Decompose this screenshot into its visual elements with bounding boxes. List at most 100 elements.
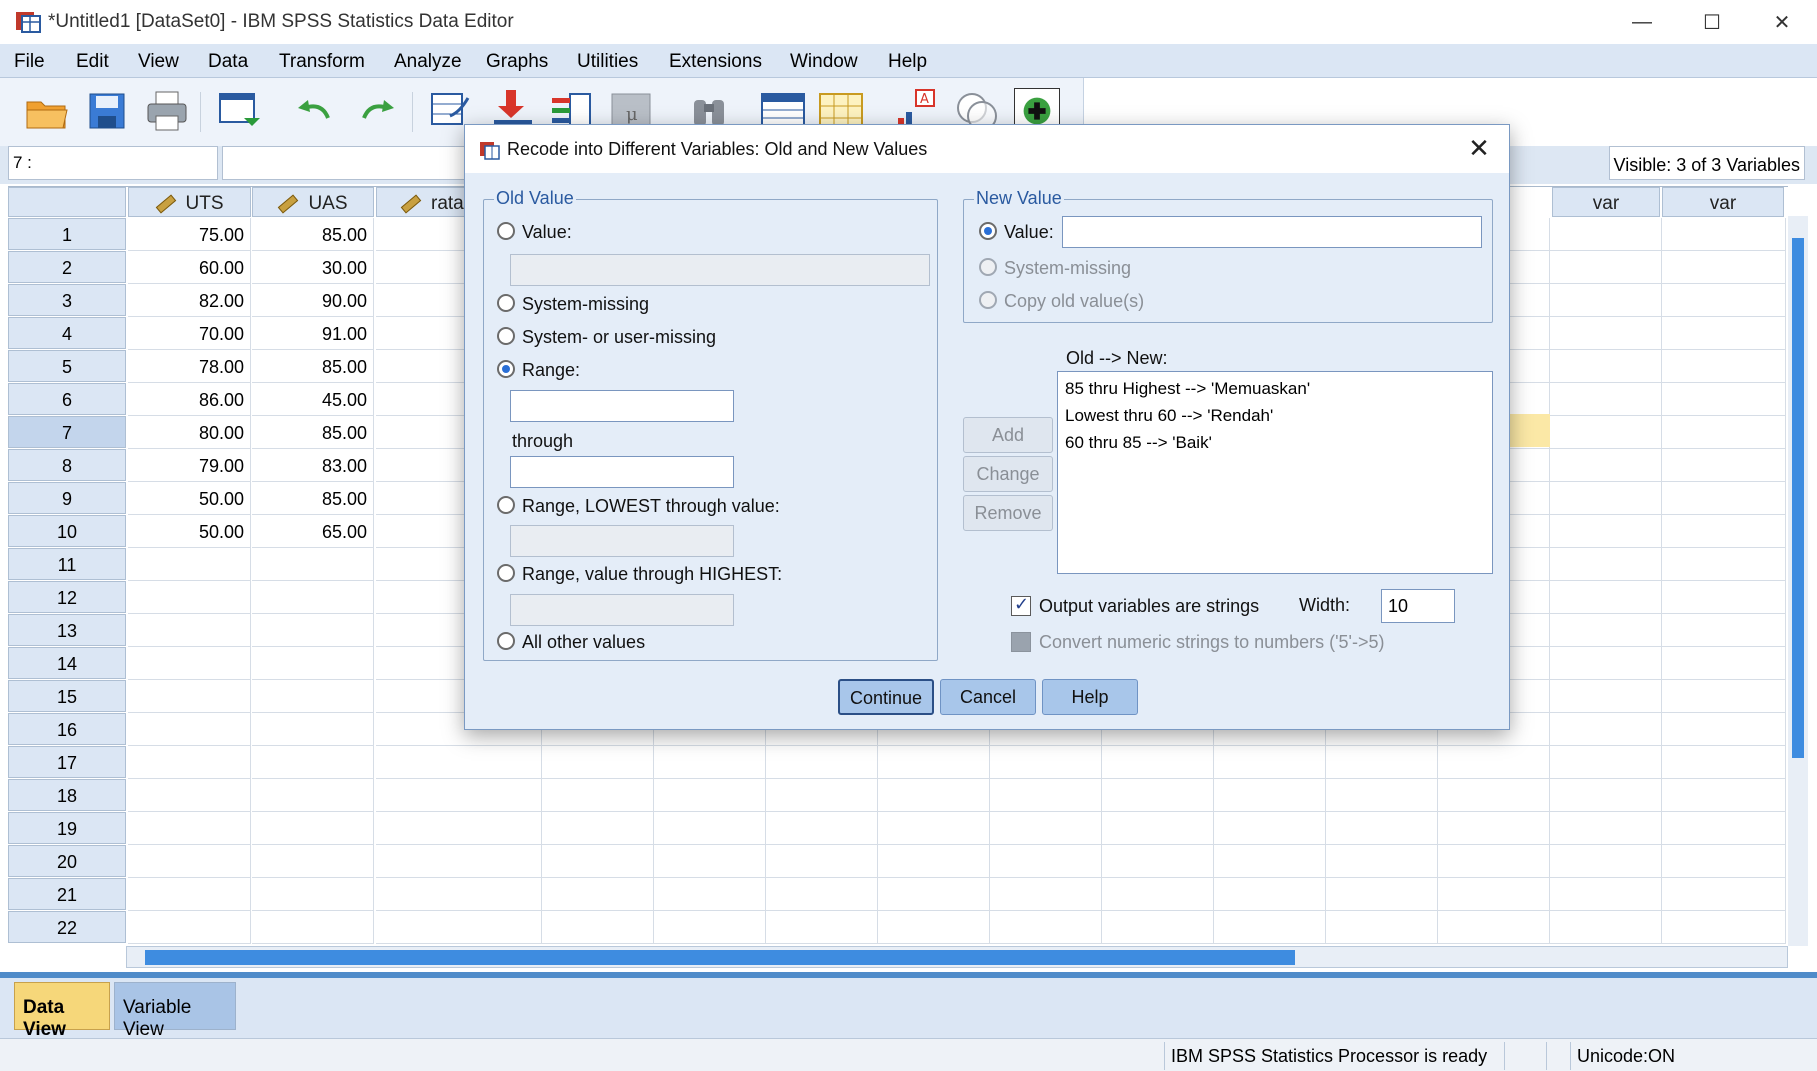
table-cell[interactable] bbox=[1550, 350, 1662, 383]
menu-view[interactable]: View bbox=[138, 51, 179, 73]
table-cell[interactable] bbox=[766, 779, 878, 812]
table-cell[interactable]: 85.00 bbox=[252, 482, 374, 515]
row-header[interactable]: 8 bbox=[8, 449, 126, 481]
table-cell[interactable] bbox=[878, 812, 990, 845]
table-cell[interactable]: 79.00 bbox=[128, 449, 251, 482]
table-cell[interactable]: 65.00 bbox=[252, 515, 374, 548]
help-button[interactable]: Help bbox=[1042, 679, 1138, 715]
list-item[interactable]: 60 thru 85 --> 'Baik' bbox=[1064, 432, 1486, 459]
table-cell[interactable] bbox=[1326, 878, 1438, 911]
table-cell[interactable] bbox=[128, 614, 251, 647]
table-cell[interactable] bbox=[990, 878, 1102, 911]
table-cell[interactable] bbox=[654, 812, 766, 845]
menu-utilities[interactable]: Utilities bbox=[577, 51, 638, 73]
table-cell[interactable] bbox=[128, 581, 251, 614]
list-item[interactable]: Lowest thru 60 --> 'Rendah' bbox=[1064, 405, 1486, 432]
table-cell[interactable] bbox=[128, 713, 251, 746]
table-cell[interactable] bbox=[542, 845, 654, 878]
table-cell[interactable] bbox=[990, 845, 1102, 878]
table-cell[interactable] bbox=[252, 845, 374, 878]
new-system-missing-radio[interactable] bbox=[979, 258, 997, 276]
row-header[interactable]: 18 bbox=[8, 779, 126, 811]
old-range-highest-radio[interactable] bbox=[497, 564, 515, 582]
add-button[interactable]: Add bbox=[963, 417, 1053, 453]
row-header[interactable]: 22 bbox=[8, 911, 126, 943]
table-cell[interactable] bbox=[1326, 812, 1438, 845]
menu-graphs[interactable]: Graphs bbox=[486, 51, 548, 73]
width-input[interactable] bbox=[1381, 589, 1455, 623]
table-cell[interactable] bbox=[128, 680, 251, 713]
table-cell[interactable]: 60.00 bbox=[128, 251, 251, 284]
table-cell[interactable] bbox=[376, 779, 542, 812]
table-cell[interactable] bbox=[1438, 812, 1550, 845]
table-cell[interactable] bbox=[766, 911, 878, 944]
vertical-scrollbar[interactable] bbox=[1788, 216, 1808, 946]
print-icon[interactable] bbox=[144, 88, 190, 134]
row-header[interactable]: 20 bbox=[8, 845, 126, 877]
table-cell[interactable] bbox=[1326, 746, 1438, 779]
table-cell[interactable] bbox=[1662, 779, 1786, 812]
new-value-radio[interactable] bbox=[979, 222, 997, 240]
table-cell[interactable] bbox=[654, 746, 766, 779]
table-cell[interactable] bbox=[542, 779, 654, 812]
table-cell[interactable] bbox=[1102, 911, 1214, 944]
column-header-uts[interactable]: UTS bbox=[128, 187, 251, 217]
table-cell[interactable]: 80.00 bbox=[128, 416, 251, 449]
table-cell[interactable] bbox=[766, 878, 878, 911]
copy-old-values-radio[interactable] bbox=[979, 291, 997, 309]
table-cell[interactable] bbox=[252, 713, 374, 746]
table-cell[interactable]: 85.00 bbox=[252, 218, 374, 251]
menu-data[interactable]: Data bbox=[208, 51, 248, 73]
row-header[interactable]: 3 bbox=[8, 284, 126, 316]
table-cell[interactable] bbox=[1662, 350, 1786, 383]
table-cell[interactable] bbox=[376, 845, 542, 878]
open-icon[interactable] bbox=[24, 88, 70, 134]
table-cell[interactable] bbox=[1102, 779, 1214, 812]
output-strings-checkbox[interactable] bbox=[1011, 594, 1031, 616]
table-cell[interactable]: 45.00 bbox=[252, 383, 374, 416]
redo-icon[interactable] bbox=[354, 88, 400, 134]
row-header[interactable]: 7 bbox=[8, 416, 126, 448]
table-cell[interactable] bbox=[128, 779, 251, 812]
row-header[interactable]: 2 bbox=[8, 251, 126, 283]
convert-numeric-checkbox[interactable] bbox=[1011, 632, 1031, 652]
table-cell[interactable] bbox=[654, 845, 766, 878]
table-cell[interactable] bbox=[1662, 251, 1786, 284]
range-highest-input[interactable] bbox=[510, 594, 734, 626]
list-item[interactable]: 85 thru Highest --> 'Memuaskan' bbox=[1064, 378, 1486, 405]
table-cell[interactable]: 85.00 bbox=[252, 416, 374, 449]
table-cell[interactable] bbox=[376, 746, 542, 779]
table-cell[interactable]: 83.00 bbox=[252, 449, 374, 482]
table-cell[interactable]: 50.00 bbox=[128, 515, 251, 548]
table-cell[interactable] bbox=[1438, 911, 1550, 944]
table-cell[interactable]: 86.00 bbox=[128, 383, 251, 416]
old-range-lowest-radio[interactable] bbox=[497, 496, 515, 514]
table-cell[interactable] bbox=[878, 845, 990, 878]
maximize-button[interactable]: ☐ bbox=[1677, 0, 1747, 44]
table-cell[interactable] bbox=[252, 680, 374, 713]
table-cell[interactable] bbox=[1102, 746, 1214, 779]
table-cell[interactable] bbox=[1550, 251, 1662, 284]
recall-dialog-icon[interactable] bbox=[216, 88, 262, 134]
table-cell[interactable] bbox=[1662, 218, 1786, 251]
table-cell[interactable] bbox=[1214, 911, 1326, 944]
tab-variable-view[interactable]: Variable View bbox=[114, 982, 236, 1040]
table-cell[interactable] bbox=[1326, 779, 1438, 812]
table-cell[interactable] bbox=[1438, 878, 1550, 911]
menu-file[interactable]: File bbox=[14, 51, 45, 73]
table-cell[interactable] bbox=[128, 878, 251, 911]
range-lowest-input[interactable] bbox=[510, 525, 734, 557]
vertical-scrollbar-thumb[interactable] bbox=[1792, 238, 1804, 758]
cancel-button[interactable]: Cancel bbox=[940, 679, 1036, 715]
table-cell[interactable] bbox=[1662, 482, 1786, 515]
table-cell[interactable] bbox=[1550, 911, 1662, 944]
table-cell[interactable] bbox=[1214, 779, 1326, 812]
range-from-input[interactable] bbox=[510, 390, 734, 422]
undo-icon[interactable] bbox=[292, 88, 338, 134]
table-cell[interactable] bbox=[542, 911, 654, 944]
table-cell[interactable] bbox=[1550, 746, 1662, 779]
column-header-rata[interactable]: rata bbox=[376, 187, 476, 217]
table-cell[interactable] bbox=[1662, 614, 1786, 647]
cell-value-editor[interactable] bbox=[222, 146, 472, 180]
table-cell[interactable] bbox=[1550, 680, 1662, 713]
